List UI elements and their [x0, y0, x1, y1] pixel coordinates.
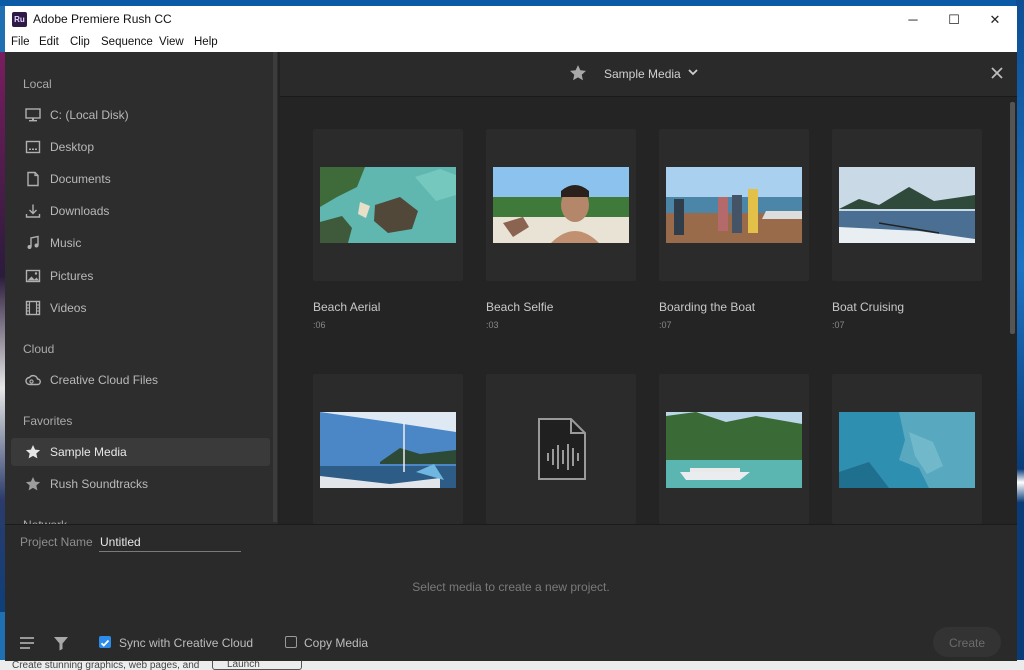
- download-icon: [25, 204, 41, 218]
- media-item-duration: :07: [832, 320, 845, 330]
- sidebar-item-label: Music: [50, 236, 82, 250]
- media-item-name: Boarding the Boat: [659, 300, 756, 314]
- menu-help[interactable]: Help: [194, 36, 218, 48]
- sidebar-item-documents[interactable]: Documents: [11, 165, 270, 193]
- sidebar-item-sample-media[interactable]: Sample Media: [11, 438, 270, 466]
- sidebar-item-label: Documents: [50, 172, 111, 186]
- media-tile[interactable]: [659, 374, 809, 524]
- section-favorites: Favorites: [23, 414, 73, 428]
- list-view-icon[interactable]: [19, 635, 35, 651]
- media-tile[interactable]: [832, 374, 982, 524]
- sidebar-item-label: Downloads: [50, 204, 110, 218]
- image-icon: [25, 269, 41, 283]
- sidebar-item-label: Desktop: [50, 140, 95, 154]
- sidebar-item-pictures[interactable]: Pictures: [11, 262, 270, 290]
- media-item-name: Boat Cruising: [832, 300, 905, 314]
- background-launch-button[interactable]: Launch: [212, 660, 302, 670]
- sidebar-item-label: Creative Cloud Files: [50, 373, 159, 387]
- sidebar-item-rush-soundtracks[interactable]: Rush Soundtracks: [11, 470, 270, 498]
- close-window-button[interactable]: ✕: [975, 8, 1015, 32]
- sidebar-item-downloads[interactable]: Downloads: [11, 197, 270, 225]
- copy-media-label[interactable]: Copy Media: [304, 636, 368, 650]
- section-cloud: Cloud: [23, 342, 55, 356]
- project-panel: Project Name Select media to create a ne…: [5, 524, 1017, 661]
- video-thumbnail: [839, 167, 975, 243]
- filter-icon[interactable]: [53, 635, 69, 651]
- media-tile[interactable]: [832, 129, 982, 281]
- sync-checkbox[interactable]: [99, 636, 111, 648]
- document-icon: [27, 171, 39, 187]
- app-logo-icon: Ru: [12, 12, 27, 27]
- project-name-label: Project Name: [20, 535, 93, 549]
- sidebar-scrollbar[interactable]: [273, 52, 277, 522]
- audio-file-icon: [538, 418, 586, 480]
- sidebar-item-desktop[interactable]: Desktop: [11, 133, 270, 161]
- copy-media-checkbox[interactable]: [285, 636, 297, 648]
- film-icon: [25, 300, 41, 316]
- star-icon: [25, 445, 41, 459]
- sidebar-item-label: Pictures: [50, 269, 94, 283]
- sidebar-item-local-disk[interactable]: C: (Local Disk): [11, 101, 270, 129]
- media-item-duration: :03: [486, 320, 499, 330]
- video-thumbnail: [493, 167, 629, 243]
- media-item-duration: :07: [659, 320, 672, 330]
- music-icon: [27, 235, 39, 249]
- media-tile[interactable]: [486, 129, 636, 281]
- favorite-star-icon[interactable]: [569, 64, 587, 82]
- background-window-strip: Create stunning graphics, web pages, and…: [0, 660, 1024, 670]
- video-thumbnail: [320, 167, 456, 243]
- menu-edit[interactable]: Edit: [39, 36, 59, 48]
- sidebar-item-label: Sample Media: [50, 445, 127, 459]
- media-tile[interactable]: [313, 374, 463, 524]
- video-thumbnail: [666, 412, 802, 488]
- browser-header: Sample Media: [280, 52, 1017, 97]
- video-thumbnail: [320, 412, 456, 488]
- media-tile[interactable]: [486, 374, 636, 524]
- menu-view[interactable]: View: [159, 36, 184, 48]
- monitor-icon: [25, 108, 41, 122]
- media-item-name: Beach Selfie: [486, 300, 554, 314]
- minimize-button[interactable]: ─: [893, 8, 933, 32]
- sidebar-item-label: Rush Soundtracks: [50, 477, 149, 491]
- media-item-duration: :06: [313, 320, 326, 330]
- sync-label[interactable]: Sync with Creative Cloud: [119, 636, 253, 650]
- window-title: Adobe Premiere Rush CC: [33, 12, 172, 26]
- menu-file[interactable]: File: [11, 36, 30, 48]
- media-item-name: Beach Aerial: [313, 300, 381, 314]
- video-thumbnail: [666, 167, 802, 243]
- chevron-down-icon[interactable]: [687, 66, 699, 78]
- desktop-background-right: [1016, 0, 1024, 670]
- menu-bar: File Edit Clip Sequence View Help: [5, 34, 1017, 52]
- sidebar-item-label: C: (Local Disk): [50, 108, 129, 122]
- browser-title[interactable]: Sample Media: [604, 67, 681, 81]
- browser-scrollbar[interactable]: [1010, 102, 1015, 334]
- maximize-button[interactable]: ☐: [934, 8, 974, 32]
- title-bar: Ru Adobe Premiere Rush CC ─ ☐ ✕: [5, 6, 1017, 34]
- empty-selection-hint: Select media to create a new project.: [412, 580, 610, 594]
- menu-sequence[interactable]: Sequence: [101, 36, 153, 48]
- location-sidebar: Local C: (Local Disk) Desktop Documents …: [5, 52, 278, 532]
- sidebar-item-music[interactable]: Music: [11, 229, 270, 257]
- desktop-icon: [25, 140, 41, 154]
- creative-cloud-icon: [25, 375, 41, 386]
- checkmark-icon: [100, 639, 110, 647]
- sidebar-item-label: Videos: [50, 301, 87, 315]
- project-name-input[interactable]: [99, 533, 241, 552]
- media-tile[interactable]: [313, 129, 463, 281]
- sidebar-item-videos[interactable]: Videos: [11, 294, 270, 322]
- section-local: Local: [23, 77, 52, 91]
- app-window: Ru Adobe Premiere Rush CC ─ ☐ ✕ File Edi…: [5, 6, 1017, 661]
- video-thumbnail: [839, 412, 975, 488]
- media-browser: Sample Media Beach Aerial :06 Beach Self…: [280, 52, 1017, 524]
- close-icon[interactable]: [989, 65, 1005, 81]
- menu-clip[interactable]: Clip: [70, 36, 90, 48]
- star-icon: [25, 477, 41, 491]
- background-window-text: Create stunning graphics, web pages, and: [12, 660, 200, 670]
- create-button[interactable]: Create: [933, 627, 1001, 657]
- sidebar-item-creative-cloud-files[interactable]: Creative Cloud Files: [11, 366, 270, 394]
- media-tile[interactable]: [659, 129, 809, 281]
